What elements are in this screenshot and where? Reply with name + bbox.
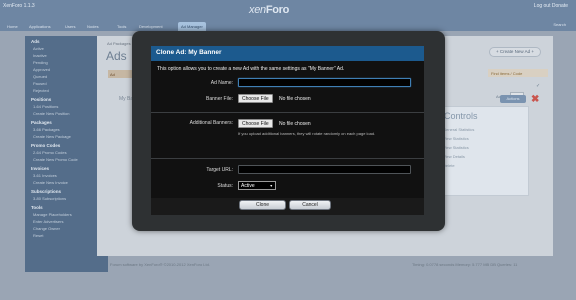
- sidebar-head-invoices: Invoices: [31, 166, 50, 171]
- controls-item[interactable]: General Statistics: [441, 125, 528, 134]
- controls-item[interactable]: View Statistics: [441, 143, 528, 152]
- target-url-input[interactable]: [238, 165, 411, 174]
- target-url-label: Target URL:: [206, 167, 233, 173]
- sidebar: Ads Active Inactive Pending Approved Que…: [25, 36, 108, 272]
- sidebar-item-pending[interactable]: Pending: [25, 59, 108, 66]
- tab-users[interactable]: Users: [62, 22, 78, 31]
- sidebar-item-invoices[interactable]: 3-61 Invoices: [25, 172, 108, 179]
- sidebar-item-new-position[interactable]: Create New Position: [25, 110, 108, 117]
- dialog-intro: This option allows you to create a new A…: [157, 66, 345, 72]
- actions-button[interactable]: Actions: [500, 95, 526, 103]
- top-header: XenForo 1.1.3 xenForo Log out Donate: [0, 0, 576, 19]
- ad-name-label: Ad Name:: [210, 80, 233, 86]
- page-title: Ads: [106, 49, 127, 63]
- sidebar-item-positions[interactable]: 1-64 Positions: [25, 103, 108, 110]
- search-link[interactable]: Search: [553, 22, 566, 27]
- controls-item[interactable]: View Statistics: [441, 134, 528, 143]
- status-select[interactable]: Active ▼: [238, 181, 276, 190]
- sidebar-item-advertisers[interactable]: Enter Advertisers: [25, 218, 108, 225]
- footer-timing: Timing: 0.0778 seconds Memory: 5.777 MB …: [412, 262, 518, 267]
- banner-no-file-text: No file chosen: [279, 96, 311, 102]
- tab-ad-manager[interactable]: Ad Manager: [178, 22, 206, 31]
- status-label: Status:: [217, 183, 233, 189]
- sidebar-item-queued[interactable]: Queued: [25, 73, 108, 80]
- xenforo-logo: xenForo: [249, 4, 290, 16]
- tab-nodes[interactable]: Nodes: [84, 22, 102, 31]
- clone-button[interactable]: Clone: [239, 200, 286, 210]
- check-icon: ✓: [536, 83, 541, 89]
- ad-name-input[interactable]: [238, 78, 411, 87]
- sidebar-head-subscriptions: Subscriptions: [31, 189, 62, 194]
- additional-hint: If you upload additional banners, they w…: [238, 131, 376, 136]
- sidebar-item-packages[interactable]: 3-66 Packages: [25, 126, 108, 133]
- additional-choose-file-button[interactable]: Choose File: [238, 119, 273, 128]
- controls-panel: Controls General Statistics View Statist…: [440, 106, 529, 196]
- banner-file-label: Banner File:: [206, 96, 233, 102]
- tab-home[interactable]: Home: [4, 22, 21, 31]
- user-links[interactable]: Log out Donate: [534, 3, 568, 9]
- sidebar-item-approved[interactable]: Approved: [25, 66, 108, 73]
- filter-bar[interactable]: Find items / Code: [488, 69, 548, 77]
- sidebar-head-positions: Positions: [31, 97, 52, 102]
- version-label: XenForo 1.1.3: [3, 3, 35, 9]
- dialog-button-bar: [151, 198, 424, 215]
- sidebar-item-paused[interactable]: Paused: [25, 80, 108, 87]
- sidebar-item-new-package[interactable]: Create New Package: [25, 133, 108, 140]
- sidebar-item-reset[interactable]: Reset: [25, 232, 108, 239]
- sidebar-item-promo-codes[interactable]: 2-64 Promo Codes: [25, 149, 108, 156]
- breadcrumb[interactable]: Ad Packages: [107, 41, 131, 46]
- cancel-button[interactable]: Cancel: [289, 200, 331, 210]
- divider: [151, 112, 424, 113]
- sidebar-head-packages: Packages: [31, 120, 52, 125]
- divider: [151, 158, 424, 159]
- sidebar-item-new-promo[interactable]: Create New Promo Code: [25, 156, 108, 163]
- controls-item[interactable]: Delete: [441, 161, 528, 170]
- sidebar-head-ads: Ads: [31, 39, 40, 44]
- additional-no-file-text: No file chosen: [279, 121, 311, 127]
- sidebar-head-promo: Promo Codes: [31, 143, 61, 148]
- ad-tab[interactable]: Ad: [108, 70, 132, 78]
- dialog-title: Clone Ad: My Banner: [151, 46, 424, 61]
- sidebar-item-rejected[interactable]: Rejected: [25, 87, 108, 94]
- controls-item[interactable]: View Details: [441, 152, 528, 161]
- additional-banners-label: Additional Banners:: [189, 120, 233, 126]
- tab-tools[interactable]: Tools: [114, 22, 129, 31]
- create-new-ad-button[interactable]: + Create New Ad +: [489, 47, 541, 57]
- tab-applications[interactable]: Applications: [26, 22, 54, 31]
- tab-development[interactable]: Development: [136, 22, 166, 31]
- sidebar-item-subscriptions[interactable]: 3-80 Subscriptions: [25, 195, 108, 202]
- sidebar-item-inactive[interactable]: Inactive: [25, 52, 108, 59]
- banner-choose-file-button[interactable]: Choose File: [238, 94, 273, 103]
- sidebar-head-tools: Tools: [31, 205, 43, 210]
- delete-icon[interactable]: ✖: [531, 94, 539, 105]
- sidebar-item-change-owner[interactable]: Change Owner: [25, 225, 108, 232]
- footer-copyright: Forum software by XenForo® ©2010-2012 Xe…: [110, 262, 210, 267]
- sidebar-item-placeholders[interactable]: Manage Placeholders: [25, 211, 108, 218]
- sidebar-item-active[interactable]: Active: [25, 45, 108, 52]
- sidebar-item-new-invoice[interactable]: Create New Invoice: [25, 179, 108, 186]
- nav-tabs: Home Applications Users Nodes Tools Deve…: [0, 19, 576, 31]
- controls-title: Controls: [444, 111, 478, 121]
- chevron-down-icon: ▼: [269, 184, 273, 188]
